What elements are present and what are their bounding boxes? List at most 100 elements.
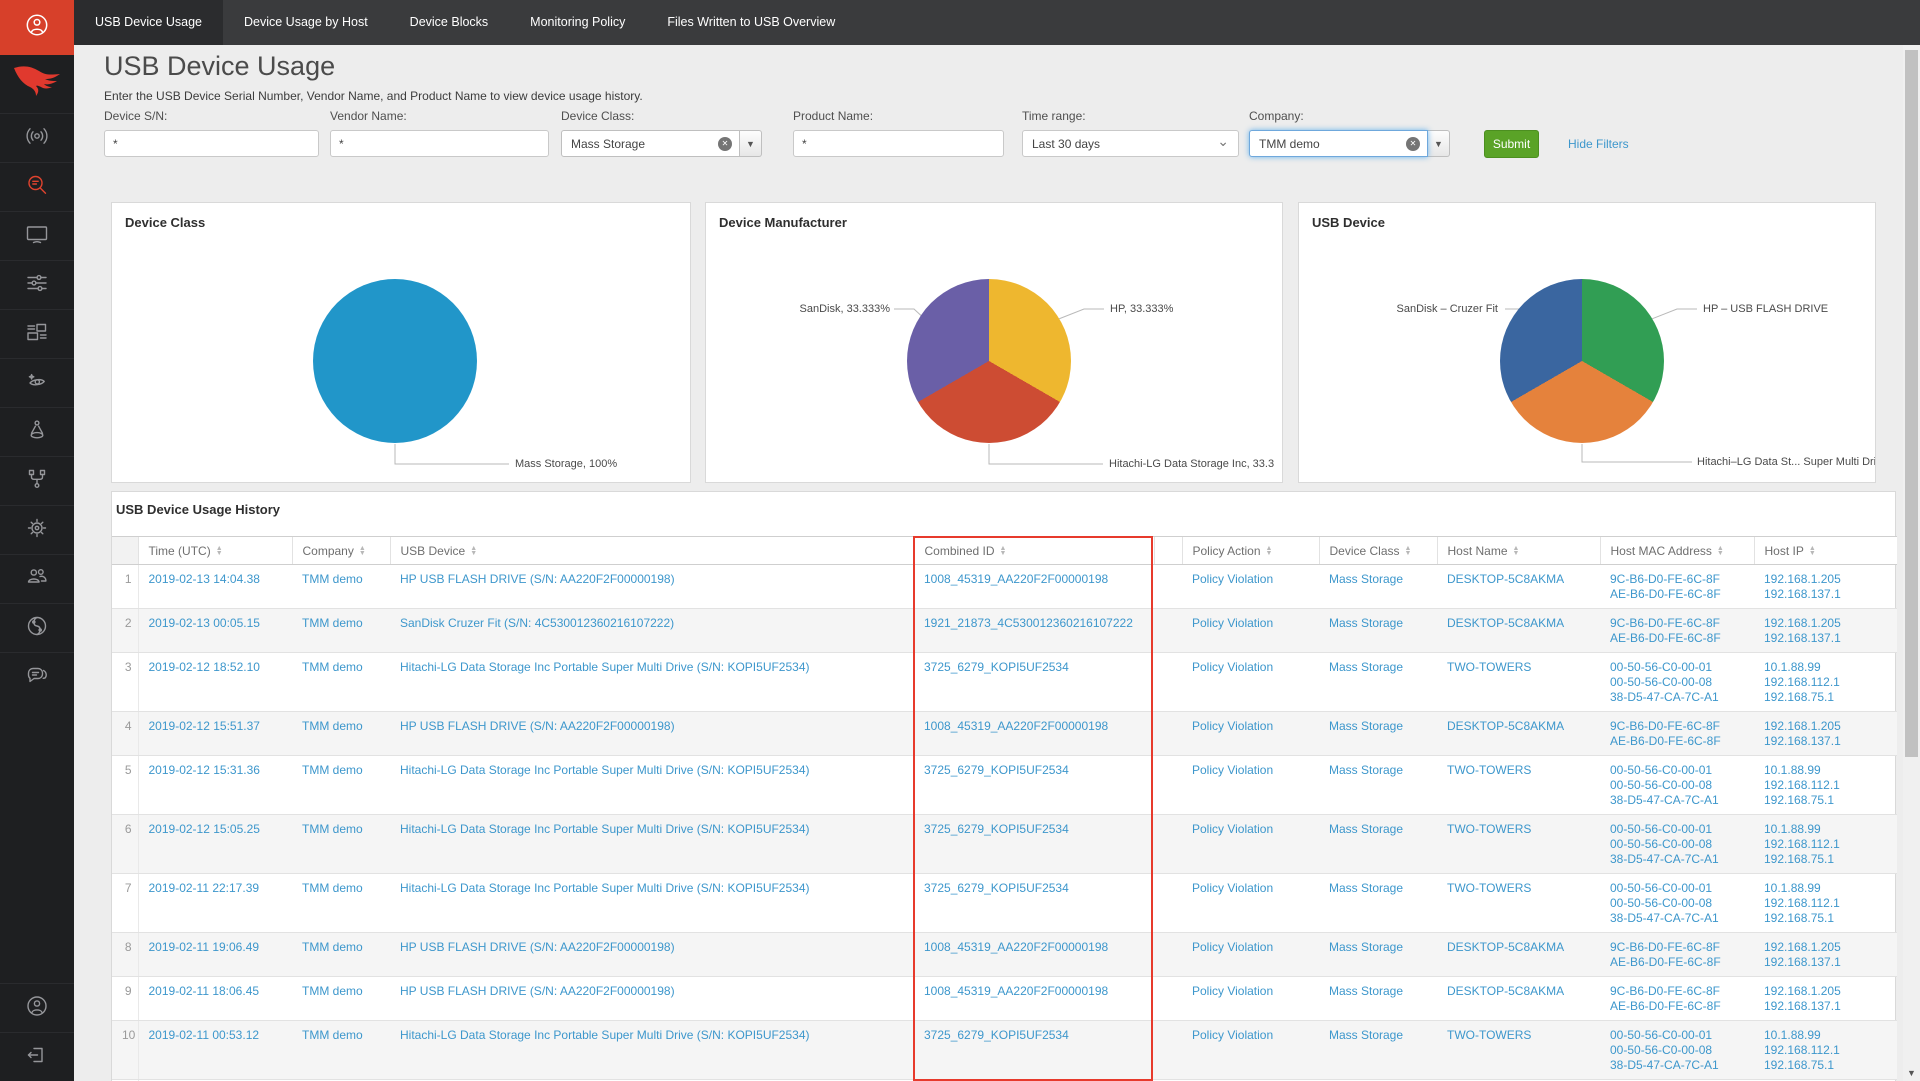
cell-host-ip[interactable]: 10.1.88.99192.168.112.1192.168.75.1	[1754, 1021, 1897, 1080]
cell-combined-id[interactable]: 1008_45319_AA220F2F00000198	[914, 712, 1154, 756]
cell-time[interactable]: 2019-02-12 15:51.37	[138, 712, 292, 756]
sidebar-item-sandbox[interactable]	[0, 407, 74, 456]
col-device-class[interactable]: Device Class	[1319, 537, 1437, 565]
cell-host-mac[interactable]: 00-50-56-C0-00-0100-50-56-C0-00-0838-D5-…	[1600, 874, 1754, 933]
cell-host-mac[interactable]: 00-50-56-C0-00-0100-50-56-C0-00-0838-D5-…	[1600, 653, 1754, 712]
cell-time[interactable]: 2019-02-12 15:05.25	[138, 815, 292, 874]
device-class-clear-icon[interactable]: ✕	[718, 137, 732, 151]
submit-button[interactable]: Submit	[1484, 130, 1539, 158]
col-host-ip[interactable]: Host IP	[1754, 537, 1897, 565]
cell-device-class[interactable]: Mass Storage	[1319, 712, 1437, 756]
cell-combined-id[interactable]: 1008_45319_AA220F2F00000198	[914, 565, 1154, 609]
cell-device-class[interactable]: Mass Storage	[1319, 815, 1437, 874]
cell-host-ip[interactable]: 192.168.1.205192.168.137.1	[1754, 565, 1897, 609]
cell-policy-action[interactable]: Policy Violation	[1182, 874, 1319, 933]
cell-combined-id[interactable]: 3725_6279_KOPI5UF2534	[914, 1021, 1154, 1080]
cell-host-mac[interactable]: 9C-B6-D0-FE-6C-8FAE-B6-D0-FE-6C-8F	[1600, 977, 1754, 1021]
cell-usb-device[interactable]: Hitachi-LG Data Storage Inc Portable Sup…	[390, 874, 914, 933]
cell-policy-action[interactable]: Policy Violation	[1182, 653, 1319, 712]
cell-company[interactable]: TMM demo	[292, 565, 390, 609]
cell-combined-id[interactable]: 1008_45319_AA220F2F00000198	[914, 977, 1154, 1021]
cell-usb-device[interactable]: Hitachi-LG Data Storage Inc Portable Sup…	[390, 815, 914, 874]
cell-host-ip[interactable]: 192.168.1.205192.168.137.1	[1754, 712, 1897, 756]
cell-host-name[interactable]: TWO-TOWERS	[1437, 756, 1600, 815]
sidebar-item-profile[interactable]	[0, 983, 74, 1032]
cell-host-name[interactable]: DESKTOP-5C8AKMA	[1437, 565, 1600, 609]
cell-host-name[interactable]: TWO-TOWERS	[1437, 653, 1600, 712]
cell-combined-id[interactable]: 3725_6279_KOPI5UF2534	[914, 756, 1154, 815]
cell-usb-device[interactable]: HP USB FLASH DRIVE (S/N: AA220F2F0000019…	[390, 565, 914, 609]
tab-device-blocks[interactable]: Device Blocks	[389, 0, 510, 45]
cell-device-class[interactable]: Mass Storage	[1319, 653, 1437, 712]
cell-host-ip[interactable]: 192.168.1.205192.168.137.1	[1754, 977, 1897, 1021]
scrollbar-thumb[interactable]	[1905, 50, 1918, 757]
cell-combined-id[interactable]: 3725_6279_KOPI5UF2534	[914, 653, 1154, 712]
cell-device-class[interactable]: Mass Storage	[1319, 565, 1437, 609]
sort-icon[interactable]	[470, 546, 477, 556]
tab-monitoring-policy[interactable]: Monitoring Policy	[509, 0, 646, 45]
cell-policy-action[interactable]: Policy Violation	[1182, 756, 1319, 815]
cell-host-mac[interactable]: 00-50-56-C0-00-0100-50-56-C0-00-0838-D5-…	[1600, 1021, 1754, 1080]
sidebar-item-dashboards[interactable]	[0, 309, 74, 358]
cell-usb-device[interactable]: Hitachi-LG Data Storage Inc Portable Sup…	[390, 653, 914, 712]
cell-host-ip[interactable]: 10.1.88.99192.168.112.1192.168.75.1	[1754, 653, 1897, 712]
device-sn-input[interactable]	[104, 130, 319, 157]
cell-host-mac[interactable]: 9C-B6-D0-FE-6C-8FAE-B6-D0-FE-6C-8F	[1600, 609, 1754, 653]
cell-company[interactable]: TMM demo	[292, 874, 390, 933]
sort-icon[interactable]	[216, 546, 223, 556]
col-company[interactable]: Company	[292, 537, 390, 565]
sidebar-item-response[interactable]	[0, 505, 74, 554]
cell-host-name[interactable]: DESKTOP-5C8AKMA	[1437, 977, 1600, 1021]
cell-host-mac[interactable]: 9C-B6-D0-FE-6C-8FAE-B6-D0-FE-6C-8F	[1600, 933, 1754, 977]
cell-combined-id[interactable]: 1008_45319_AA220F2F00000198	[914, 933, 1154, 977]
cell-company[interactable]: TMM demo	[292, 653, 390, 712]
tab-device-usage-by-host[interactable]: Device Usage by Host	[223, 0, 389, 45]
sort-icon[interactable]	[1717, 546, 1724, 556]
cell-company[interactable]: TMM demo	[292, 933, 390, 977]
cell-host-mac[interactable]: 9C-B6-D0-FE-6C-8FAE-B6-D0-FE-6C-8F	[1600, 565, 1754, 609]
sidebar-item-hosts[interactable]	[0, 211, 74, 260]
sidebar-item-users[interactable]	[0, 554, 74, 603]
cell-policy-action[interactable]: Policy Violation	[1182, 977, 1319, 1021]
cell-usb-device[interactable]: HP USB FLASH DRIVE (S/N: AA220F2F0000019…	[390, 977, 914, 1021]
sort-icon[interactable]	[1513, 546, 1520, 556]
cell-host-name[interactable]: DESKTOP-5C8AKMA	[1437, 609, 1600, 653]
cell-usb-device[interactable]: Hitachi-LG Data Storage Inc Portable Sup…	[390, 1021, 914, 1080]
col-host-name[interactable]: Host Name	[1437, 537, 1600, 565]
sidebar-item-sensor-signal[interactable]	[0, 113, 74, 162]
cell-device-class[interactable]: Mass Storage	[1319, 977, 1437, 1021]
col-policy-action[interactable]: Policy Action	[1182, 537, 1319, 565]
cell-host-mac[interactable]: 00-50-56-C0-00-0100-50-56-C0-00-0838-D5-…	[1600, 815, 1754, 874]
cell-device-class[interactable]: Mass Storage	[1319, 874, 1437, 933]
cell-policy-action[interactable]: Policy Violation	[1182, 815, 1319, 874]
cell-usb-device[interactable]: SanDisk Cruzer Fit (S/N: 4C5300123602161…	[390, 609, 914, 653]
cell-time[interactable]: 2019-02-11 00:53.12	[138, 1021, 292, 1080]
cell-company[interactable]: TMM demo	[292, 977, 390, 1021]
sort-icon[interactable]	[1405, 546, 1412, 556]
cell-policy-action[interactable]: Policy Violation	[1182, 712, 1319, 756]
cell-policy-action[interactable]: Policy Violation	[1182, 1021, 1319, 1080]
sidebar-item-logout[interactable]	[0, 1032, 74, 1081]
cell-company[interactable]: TMM demo	[292, 609, 390, 653]
vendor-name-input[interactable]	[330, 130, 549, 157]
company-combobox[interactable]: TMM demo ✕	[1249, 130, 1428, 157]
cell-device-class[interactable]: Mass Storage	[1319, 1021, 1437, 1080]
cell-combined-id[interactable]: 3725_6279_KOPI5UF2534	[914, 874, 1154, 933]
cell-usb-device[interactable]: HP USB FLASH DRIVE (S/N: AA220F2F0000019…	[390, 712, 914, 756]
cell-host-name[interactable]: TWO-TOWERS	[1437, 815, 1600, 874]
cell-time[interactable]: 2019-02-12 15:31.36	[138, 756, 292, 815]
cell-usb-device[interactable]: Hitachi-LG Data Storage Inc Portable Sup…	[390, 756, 914, 815]
user-badge[interactable]	[0, 0, 74, 55]
vertical-scrollbar[interactable]: ▼	[1903, 45, 1920, 1081]
sort-icon[interactable]	[359, 546, 366, 556]
col-usb-device[interactable]: USB Device	[390, 537, 914, 565]
cell-host-mac[interactable]: 9C-B6-D0-FE-6C-8FAE-B6-D0-FE-6C-8F	[1600, 712, 1754, 756]
sidebar-item-configuration[interactable]	[0, 260, 74, 309]
falcon-logo[interactable]	[0, 55, 74, 113]
cell-time[interactable]: 2019-02-12 18:52.10	[138, 653, 292, 712]
cell-host-ip[interactable]: 192.168.1.205192.168.137.1	[1754, 609, 1897, 653]
sidebar-item-intelligence[interactable]	[0, 603, 74, 652]
sidebar-item-discover[interactable]	[0, 358, 74, 407]
cell-time[interactable]: 2019-02-13 00:05.15	[138, 609, 292, 653]
sort-icon[interactable]	[1000, 546, 1007, 556]
